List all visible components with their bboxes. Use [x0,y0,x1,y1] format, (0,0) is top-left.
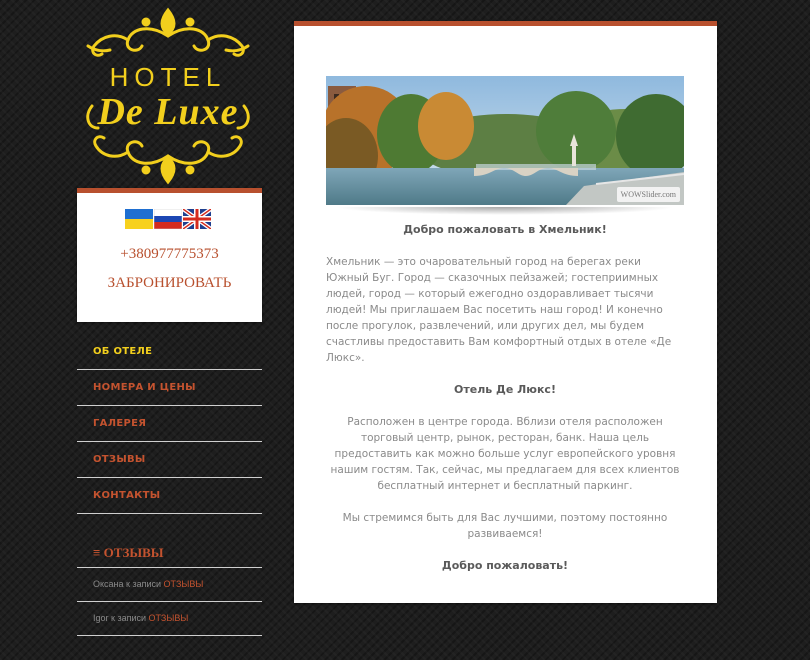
reviews-widget-title: ≡ ОТЗЫВЫ [77,538,262,568]
review-link[interactable]: ОТЗЫВЫ [149,613,189,623]
location-paragraph: Расположен в центре города. Вблизи отеля… [330,416,680,492]
nav-item-about[interactable]: ОБ ОТЕЛЕ [77,334,262,370]
hotel-logo[interactable]: HOTEL De Luxe [80,6,256,186]
logo-hotel-text: HOTEL [109,62,227,92]
recent-reviews-widget: ≡ ОТЗЫВЫ Оксана к записи ОТЗЫВЫ Igor к з… [77,538,262,636]
main-navigation: ОБ ОТЕЛЕ НОМЕРА И ЦЕНЫ ГАЛЕРЕЯ ОТЗЫВЫ КО… [77,334,262,514]
review-author: Igor к записи [93,613,147,623]
language-switcher [125,209,211,229]
nav-item-contacts[interactable]: КОНТАКТЫ [77,478,262,514]
image-slider[interactable]: WOWSlider.com [326,76,684,205]
intro-paragraph: Хмельник — это очаровательный город на б… [326,256,672,364]
main-content-panel: WOWSlider.com Добро пожаловать в Хмельни… [294,21,717,603]
nav-item-rooms[interactable]: НОМЕРА И ЦЕНЫ [77,370,262,406]
contact-panel: +380977775373 ЗАБРОНИРОВАТЬ [77,188,262,322]
uk-flag-icon[interactable] [183,209,211,229]
welcome-heading: Добро пожаловать в Хмельник! [403,223,607,236]
review-author: Оксана к записи [93,579,162,589]
nav-item-reviews[interactable]: ОТЗЫВЫ [77,442,262,478]
article-body: Добро пожаловать в Хмельник! Хмельник — … [326,222,684,590]
review-link[interactable]: ОТЗЫВЫ [164,579,204,589]
slider-watermark: WOWSlider.com [616,187,680,202]
phone-number[interactable]: +380977775373 [77,246,262,263]
slider-shadow [334,207,676,215]
book-button[interactable]: ЗАБРОНИРОВАТЬ [77,275,262,292]
closing-heading: Добро пожаловать! [441,559,569,572]
menu-lines-icon: ≡ [93,545,104,560]
hotel-heading: Отель Де Люкс! [454,383,556,396]
logo-deluxe-text: De Luxe [97,91,239,133]
russia-flag-icon[interactable] [154,209,182,229]
review-item: Igor к записи ОТЗЫВЫ [77,602,262,636]
river-landscape-image [326,76,684,205]
ukraine-flag-icon[interactable] [125,209,153,229]
reviews-title-text: ОТЗЫВЫ [103,545,164,560]
review-item: Оксана к записи ОТЗЫВЫ [77,568,262,602]
promise-paragraph: Мы стремимся быть для Вас лучшими, поэто… [342,512,668,540]
nav-item-gallery[interactable]: ГАЛЕРЕЯ [77,406,262,442]
